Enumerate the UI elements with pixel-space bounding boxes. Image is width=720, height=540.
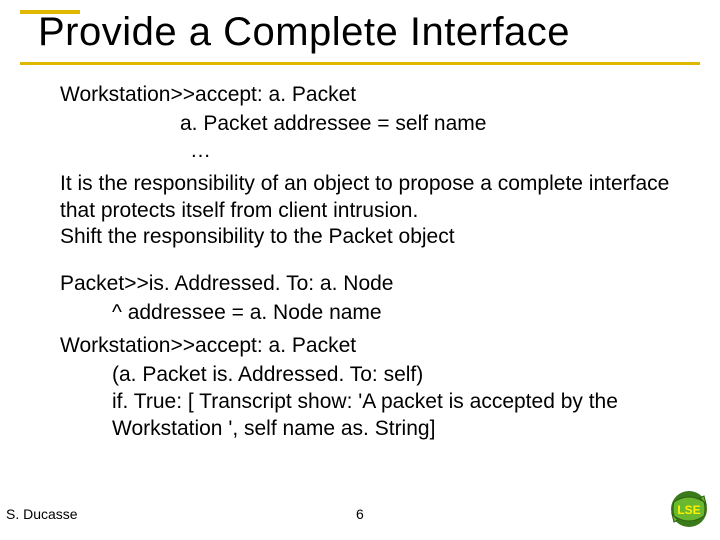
code-line: a. Packet addressee = self name — [180, 111, 680, 138]
slide-body: Workstation>>accept: a. Packet a. Packet… — [60, 82, 680, 443]
page-number: 6 — [356, 506, 364, 522]
slide-title: Provide a Complete Interface — [38, 10, 570, 55]
code-line: Workstation>>accept: a. Packet — [60, 82, 680, 109]
code-block: (a. Packet is. Addressed. To: self) if. … — [112, 362, 680, 443]
code-line: ^ addressee = a. Node name — [112, 300, 680, 327]
author-label: S. Ducasse — [6, 506, 78, 522]
logo-text: LSE — [677, 503, 700, 517]
code-line: … — [190, 138, 680, 165]
paragraph: It is the responsibility of an object to… — [60, 171, 680, 252]
code-line: Packet>>is. Addressed. To: a. Node — [60, 271, 680, 298]
lse-logo-icon: LSE — [668, 488, 710, 530]
title-underline — [20, 62, 700, 65]
code-line: Workstation>>accept: a. Packet — [60, 333, 680, 360]
